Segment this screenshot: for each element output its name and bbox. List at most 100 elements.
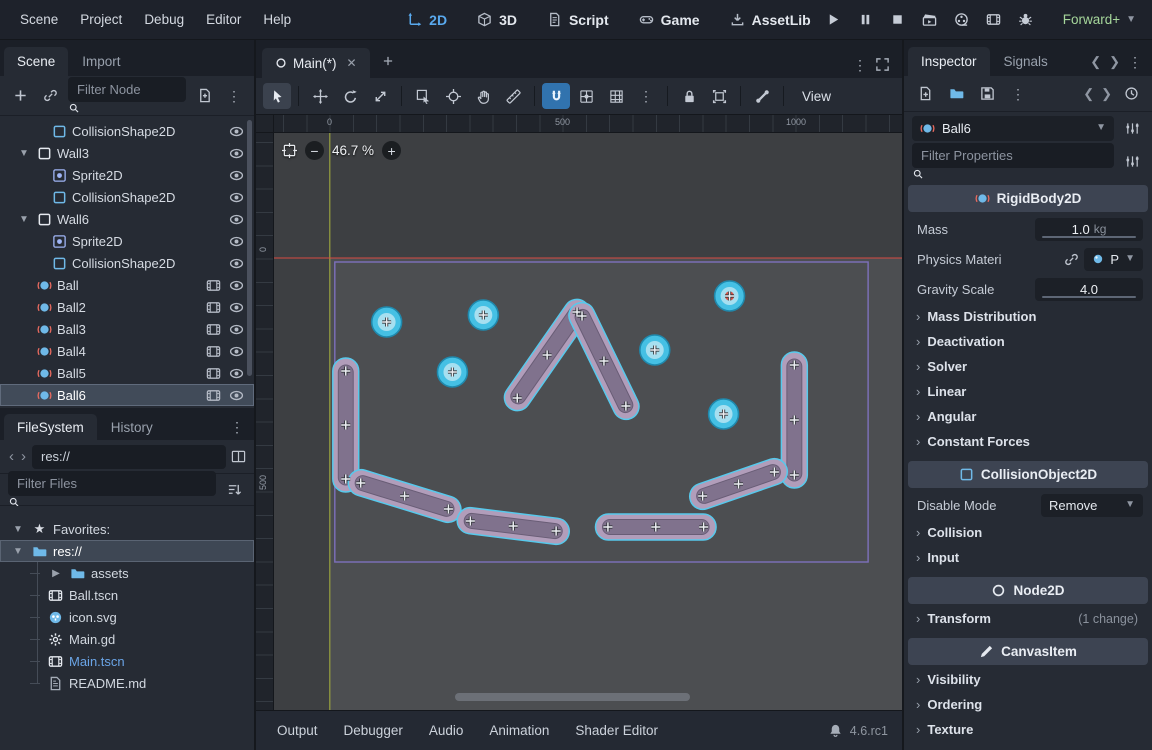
mass-field[interactable]: 1.0kg (1035, 218, 1143, 241)
chevron-right-icon[interactable]: ▶ (48, 568, 64, 579)
property-filter-options-button[interactable] (1120, 149, 1144, 173)
group-constant-forces[interactable]: ›Constant Forces (906, 429, 1150, 454)
tree-row-ball3[interactable]: Ball3 (0, 318, 254, 340)
stop-button[interactable] (885, 7, 911, 33)
file-row-icon-svg[interactable]: icon.svg (0, 606, 254, 628)
group-solver[interactable]: ›Solver (906, 354, 1150, 379)
workspace-game[interactable]: Game (629, 7, 710, 33)
menu-project[interactable]: Project (70, 7, 132, 32)
grid-snap-button[interactable] (572, 83, 600, 109)
tree-row-ball4[interactable]: Ball4 (0, 340, 254, 362)
workspace-script[interactable]: Script (537, 7, 619, 33)
sort-files-button[interactable] (222, 478, 246, 502)
inspector-back-icon[interactable]: ❮ (1083, 86, 1094, 102)
visibility-eye-icon[interactable] (229, 322, 244, 337)
show-grid-button[interactable] (602, 83, 630, 109)
scene-tree-menu-button[interactable]: ⋮ (222, 84, 246, 108)
movie-maker-button[interactable] (981, 7, 1007, 33)
filter-properties-input[interactable] (912, 143, 1114, 168)
open-scene-icon[interactable] (206, 388, 221, 403)
group-deactivation[interactable]: ›Deactivation (906, 329, 1150, 354)
favorites-header[interactable]: ▼★Favorites: (0, 518, 254, 540)
file-row-main-tscn[interactable]: Main.tscn (0, 650, 254, 672)
lock-node-button[interactable] (675, 83, 703, 109)
group-angular[interactable]: ›Angular (906, 404, 1150, 429)
tree-row-sprite2d[interactable]: Sprite2D (0, 230, 254, 252)
dock-menu-icon[interactable]: ⋮ (1128, 55, 1142, 69)
visibility-eye-icon[interactable] (229, 168, 244, 183)
file-row-main-gd[interactable]: Main.gd (0, 628, 254, 650)
split-view-button[interactable] (231, 445, 246, 469)
pan-tool-button[interactable] (469, 83, 497, 109)
file-row-readme-md[interactable]: README.md (0, 672, 254, 694)
visibility-eye-icon[interactable] (229, 146, 244, 161)
tab-signals[interactable]: Signals (991, 47, 1061, 76)
remote-debug-button[interactable] (1013, 7, 1039, 33)
visibility-eye-icon[interactable] (229, 124, 244, 139)
tab-scroll-right-icon[interactable]: ❯ (1109, 54, 1120, 70)
open-scene-icon[interactable] (206, 278, 221, 293)
menu-editor[interactable]: Editor (196, 7, 251, 32)
tab-list-menu-icon[interactable]: ⋮ (853, 58, 867, 72)
list-select-button[interactable] (409, 83, 437, 109)
node-selector-dropdown[interactable]: Ball6 ▼ (912, 116, 1114, 141)
menu-help[interactable]: Help (253, 7, 301, 32)
zoom-percent[interactable]: 46.7 % (332, 143, 374, 158)
view-menu-button[interactable]: View (790, 85, 843, 108)
close-tab-icon[interactable]: ✕ (347, 56, 357, 70)
tab-scene[interactable]: Scene (4, 47, 68, 76)
gravity-scale-field[interactable]: 4.0 (1035, 278, 1143, 301)
disable-mode-dropdown[interactable]: Remove▼ (1041, 494, 1143, 517)
filter-node-input[interactable] (68, 77, 186, 102)
folder-row-assets[interactable]: ▶assets (0, 562, 254, 584)
file-row-ball-tscn[interactable]: Ball.tscn (0, 584, 254, 606)
history-forward-button[interactable]: › (20, 448, 27, 465)
scene-render[interactable] (274, 133, 902, 710)
workspace-assetlib[interactable]: AssetLib (720, 7, 821, 33)
visibility-eye-icon[interactable] (229, 190, 244, 205)
distraction-free-icon[interactable] (875, 57, 890, 72)
open-scene-icon[interactable] (206, 322, 221, 337)
rotate-tool-button[interactable] (336, 83, 364, 109)
visibility-eye-icon[interactable] (229, 234, 244, 249)
zoom-in-button[interactable]: + (382, 141, 401, 160)
chevron-down-icon[interactable]: ▼ (16, 148, 32, 159)
history-button[interactable] (1119, 82, 1143, 106)
folder-row-res[interactable]: ▼res:// (0, 540, 254, 562)
chevron-down-icon[interactable]: ▼ (16, 214, 32, 225)
filter-files-input[interactable] (8, 471, 216, 496)
group-collision[interactable]: ›Collision (906, 520, 1150, 545)
tab-scroll-left-icon[interactable]: ❮ (1090, 54, 1101, 70)
horizontal-scrollbar[interactable] (455, 693, 690, 701)
menu-debug[interactable]: Debug (134, 7, 194, 32)
chevron-down-icon[interactable]: ▼ (10, 524, 26, 535)
workspace-3d[interactable]: 3D (467, 7, 527, 33)
bottom-tab-output[interactable]: Output (264, 717, 331, 744)
group-mass-distribution[interactable]: ›Mass Distribution (906, 304, 1150, 329)
scene-tree-scrollbar[interactable] (247, 120, 252, 376)
menu-scene[interactable]: Scene (10, 7, 68, 32)
visibility-eye-icon[interactable] (229, 388, 244, 403)
ruler-tool-button[interactable] (499, 83, 527, 109)
visibility-eye-icon[interactable] (229, 344, 244, 359)
zoom-out-button[interactable]: − (305, 141, 324, 160)
workspace-2d[interactable]: 2D (397, 7, 457, 33)
group-node-button[interactable] (705, 83, 733, 109)
add-node-button[interactable] (8, 84, 32, 108)
tree-row-collisionshape2d[interactable]: CollisionShape2D (0, 252, 254, 274)
tab-filesystem[interactable]: FileSystem (4, 414, 97, 440)
visibility-eye-icon[interactable] (229, 212, 244, 227)
path-input[interactable] (32, 445, 226, 469)
pivot-tool-button[interactable] (439, 83, 467, 109)
play-scene-button[interactable] (917, 7, 943, 33)
select-tool-button[interactable] (263, 83, 291, 109)
tree-row-collisionshape2d[interactable]: CollisionShape2D (0, 120, 254, 142)
tab-import[interactable]: Import (69, 47, 133, 76)
snap-options-menu-button[interactable]: ⋮ (632, 83, 660, 109)
viewport-canvas[interactable]: − 46.7 % + (274, 133, 902, 710)
tree-row-wall3[interactable]: ▼Wall3 (0, 142, 254, 164)
play-button[interactable] (821, 7, 847, 33)
chevron-down-icon[interactable]: ▼ (10, 546, 26, 557)
attach-script-button[interactable] (192, 84, 216, 108)
tree-row-ball5[interactable]: Ball5 (0, 362, 254, 384)
